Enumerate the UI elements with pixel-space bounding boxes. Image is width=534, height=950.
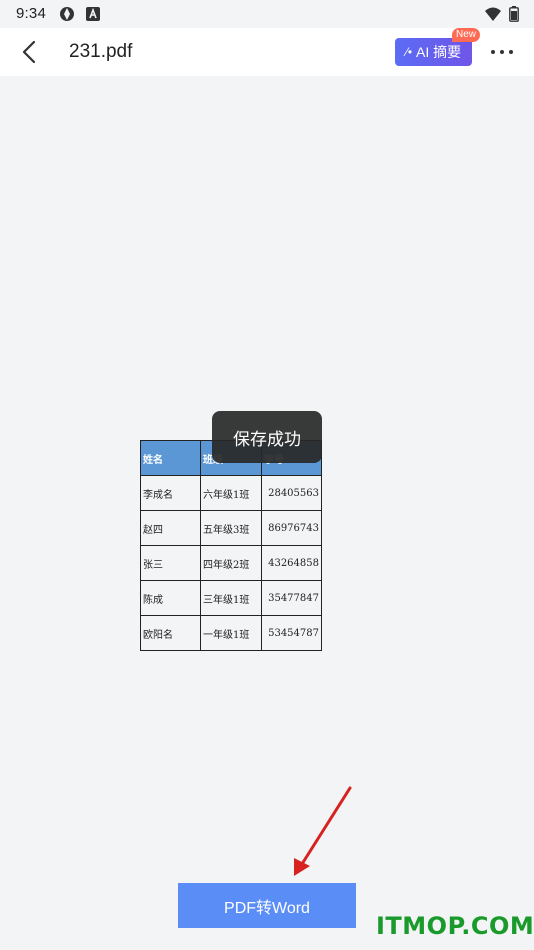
cell-class: 三年级1班 [200, 580, 262, 616]
cell-class: 六年级1班 [200, 475, 262, 511]
cell-id: 28405563 [261, 475, 322, 511]
app-bar: 231.pdf ⁄• AI 摘要 New [0, 28, 534, 76]
ai-summary-button[interactable]: ⁄• AI 摘要 [395, 38, 472, 66]
pdf-page: 姓名 班级 学号 李成名 六年级1班 28405563 赵四 五年级3班 869… [140, 440, 322, 651]
table-row: 赵四 五年级3班 86976743 [140, 510, 322, 546]
table-row: 欧阳名 一年级1班 53454787 [140, 615, 322, 651]
cell-name: 赵四 [140, 510, 201, 546]
cell-class: 四年级2班 [200, 545, 262, 581]
data-table: 姓名 班级 学号 李成名 六年级1班 28405563 赵四 五年级3班 869… [140, 440, 322, 651]
table-row: 陈成 三年级1班 35477847 [140, 580, 322, 616]
wifi-icon [485, 7, 501, 21]
table-row: 李成名 六年级1班 28405563 [140, 475, 322, 511]
cell-name: 李成名 [140, 475, 201, 511]
status-bar: 9:34 [0, 0, 534, 28]
watermark-logo: ITMOP.COM [376, 912, 534, 940]
battery-icon [509, 6, 519, 22]
ai-summary-label: AI 摘要 [416, 44, 462, 60]
cell-class: 五年级3班 [200, 510, 262, 546]
cell-id: 43264858 [261, 545, 322, 581]
cell-id: 86976743 [261, 510, 322, 546]
accessibility-status-icon [86, 7, 100, 21]
cell-id: 53454787 [261, 615, 322, 651]
new-badge: New [452, 28, 481, 42]
header-cell-name: 姓名 [140, 440, 201, 476]
back-arrow-icon[interactable] [16, 38, 44, 66]
ai-spark-icon: ⁄• [405, 45, 413, 59]
cell-class: 一年级1班 [200, 615, 262, 651]
more-dots-icon[interactable] [490, 42, 514, 62]
cell-name: 张三 [140, 545, 201, 581]
cell-name: 陈成 [140, 580, 201, 616]
annotation-arrow-icon [294, 786, 352, 876]
app-status-icon [60, 7, 74, 21]
cell-name: 欧阳名 [140, 615, 201, 651]
file-title: 231.pdf [69, 41, 133, 62]
table-row: 张三 四年级2班 43264858 [140, 545, 322, 581]
pdf-to-word-button[interactable]: PDF转Word [178, 883, 356, 928]
cell-id: 35477847 [261, 580, 322, 616]
status-time: 9:34 [16, 5, 46, 22]
save-success-toast: 保存成功 [212, 411, 322, 463]
